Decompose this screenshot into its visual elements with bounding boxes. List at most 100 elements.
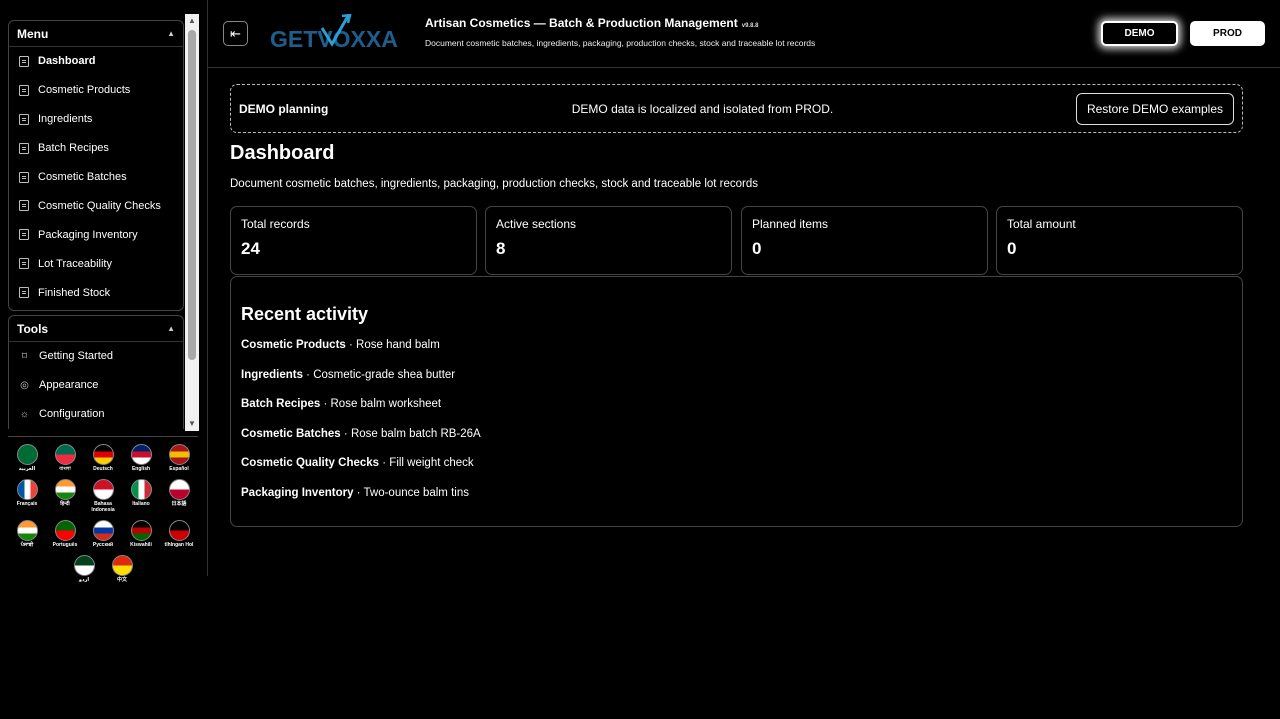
- sidebar-scrollbar[interactable]: ▲ ▼: [185, 14, 199, 431]
- language-option[interactable]: tlhIngan Hol: [160, 520, 198, 548]
- language-label: 日本語: [171, 501, 187, 507]
- demo-mode-button[interactable]: DEMO: [1101, 21, 1178, 46]
- language-option[interactable]: ਪੰਜਾਬੀ: [8, 520, 46, 548]
- language-label: हिन्दी: [60, 501, 70, 507]
- stat-value: 24: [241, 239, 260, 258]
- stat-label: Active sections: [496, 217, 577, 231]
- activity-row: Cosmetic Quality Checks · Fill weight ch…: [241, 457, 1232, 475]
- rocket-icon: ⌑: [21, 350, 28, 362]
- language-option[interactable]: English: [122, 444, 160, 472]
- language-option[interactable]: Deutsch: [84, 444, 122, 472]
- tools-item[interactable]: ☼ Configuration: [9, 400, 183, 429]
- caret-up-icon: ▲: [167, 324, 175, 333]
- activity-section: Packaging Inventory: [241, 486, 354, 499]
- activity-section: Cosmetic Batches: [241, 427, 341, 440]
- language-label: Deutsch: [93, 466, 113, 472]
- language-option[interactable]: Bahasa Indonesia: [84, 479, 122, 513]
- document-icon: [19, 142, 29, 154]
- sidebar: Menu ▲ Dashboard Cosmetic Products Ingredi…: [0, 0, 208, 583]
- collapse-sidebar-button[interactable]: ⇤: [223, 21, 248, 46]
- flag-icon: [16, 444, 38, 465]
- language-label: Kiswahili: [130, 542, 152, 548]
- menu-header[interactable]: Menu ▲: [9, 21, 183, 47]
- language-option[interactable]: اردو: [65, 555, 103, 583]
- document-icon: [19, 258, 29, 270]
- activity-item: Cosmetic-grade shea butter: [313, 368, 456, 381]
- sidebar-item-label: Finished Stock: [38, 286, 111, 299]
- flag-icon: [130, 479, 152, 500]
- sidebar-item[interactable]: Ingredients: [9, 105, 183, 134]
- sidebar-collapse-icon: ⇤: [230, 25, 241, 41]
- activity-separator: ·: [379, 457, 390, 469]
- sidebar-item-label: Lot Traceability: [38, 257, 112, 270]
- prod-mode-button[interactable]: PROD: [1190, 21, 1265, 46]
- sidebar-item[interactable]: Cosmetic Products: [9, 76, 183, 105]
- banner-title: DEMO planning: [239, 101, 329, 116]
- flag-icon: [92, 520, 114, 541]
- sidebar-item[interactable]: Packaging Inventory: [9, 220, 183, 249]
- language-option[interactable]: বাংলা: [46, 444, 84, 472]
- tools-header[interactable]: Tools ▲: [9, 316, 183, 342]
- flag-icon: [168, 520, 190, 541]
- stat-card-total-records: Total records 24: [230, 206, 477, 275]
- sidebar-item[interactable]: Dashboard: [9, 47, 183, 76]
- language-label: Español: [169, 466, 189, 472]
- language-option[interactable]: Español: [160, 444, 198, 472]
- stat-value: 0: [752, 239, 762, 258]
- stat-label: Total records: [241, 217, 310, 231]
- language-option[interactable]: Italiano: [122, 479, 160, 513]
- flag-icon: [73, 555, 95, 576]
- language-option[interactable]: 中文: [103, 555, 141, 583]
- flag-icon: [54, 444, 76, 465]
- tools-item[interactable]: ⌑ Getting Started: [9, 342, 183, 371]
- flag-icon: [130, 444, 152, 465]
- restore-demo-button[interactable]: Restore DEMO examples: [1075, 92, 1234, 125]
- sidebar-item-label: Cosmetic Products: [38, 84, 131, 97]
- document-icon: [19, 55, 29, 67]
- tools-item-label: Getting Started: [39, 350, 113, 363]
- language-label: Bahasa Indonesia: [91, 501, 115, 513]
- activity-separator: ·: [340, 427, 351, 440]
- scroll-thumb[interactable]: [188, 30, 196, 360]
- language-label: Русский: [92, 542, 114, 548]
- language-label: العربية: [18, 466, 36, 472]
- language-option[interactable]: Português: [46, 520, 84, 548]
- language-option[interactable]: العربية: [8, 444, 46, 472]
- activity-separator: ·: [302, 368, 314, 381]
- flag-icon: [168, 444, 190, 465]
- language-option[interactable]: Kiswahili: [122, 520, 160, 548]
- document-icon: [19, 229, 29, 241]
- sidebar-item[interactable]: Batch Recipes: [9, 134, 183, 163]
- tools-panel: Tools ▲ ⌑ Getting Started ◎ Appearance ☼ Conf…: [8, 315, 184, 429]
- sidebar-item[interactable]: Finished Stock: [9, 278, 183, 307]
- activity-row: Cosmetic Batches · Rose balm batch RB-26…: [241, 428, 1232, 446]
- scroll-up-arrow-icon[interactable]: ▲: [185, 14, 199, 28]
- activity-row: Ingredients · Cosmetic-grade shea butter: [241, 369, 1232, 387]
- language-option[interactable]: हिन्दी: [46, 479, 84, 513]
- menu-title: Menu: [17, 26, 49, 41]
- sidebar-item[interactable]: Cosmetic Batches: [9, 163, 183, 192]
- sidebar-item-label: Batch Recipes: [38, 142, 109, 155]
- scroll-down-arrow-icon[interactable]: ▼: [185, 417, 199, 431]
- tools-title: Tools: [17, 321, 49, 336]
- activity-item: Rose balm worksheet: [330, 398, 442, 410]
- document-icon: [19, 113, 29, 125]
- app-title-text: Artisan Cosmetics — Batch & Production M…: [425, 16, 738, 30]
- tools-item-label: Appearance: [39, 379, 99, 392]
- language-option[interactable]: Русский: [84, 520, 122, 548]
- language-option[interactable]: 日本語: [160, 479, 198, 513]
- sidebar-item[interactable]: Lot Traceability: [9, 249, 183, 278]
- sidebar-item[interactable]: Cosmetic Quality Checks: [9, 191, 183, 220]
- app-version: v9.8.8: [741, 23, 759, 29]
- demo-banner: DEMO planning DEMO data is localized and…: [230, 84, 1243, 133]
- page-subtitle: Document cosmetic batches, ingredients, …: [230, 178, 759, 190]
- flag-icon: [54, 520, 76, 541]
- sidebar-item-label: Cosmetic Batches: [38, 171, 127, 183]
- tools-item[interactable]: ◎ Appearance: [9, 371, 183, 400]
- language-option[interactable]: Français: [8, 479, 46, 513]
- gear-icon: ☼: [19, 408, 30, 420]
- banner-message: DEMO data is localized and isolated from…: [571, 101, 834, 116]
- stat-card-total-amount: Total amount 0: [996, 206, 1243, 275]
- app-subtitle: Document cosmetic batches, ingredients, …: [425, 38, 816, 48]
- sidebar-item-label: Packaging Inventory: [38, 228, 138, 241]
